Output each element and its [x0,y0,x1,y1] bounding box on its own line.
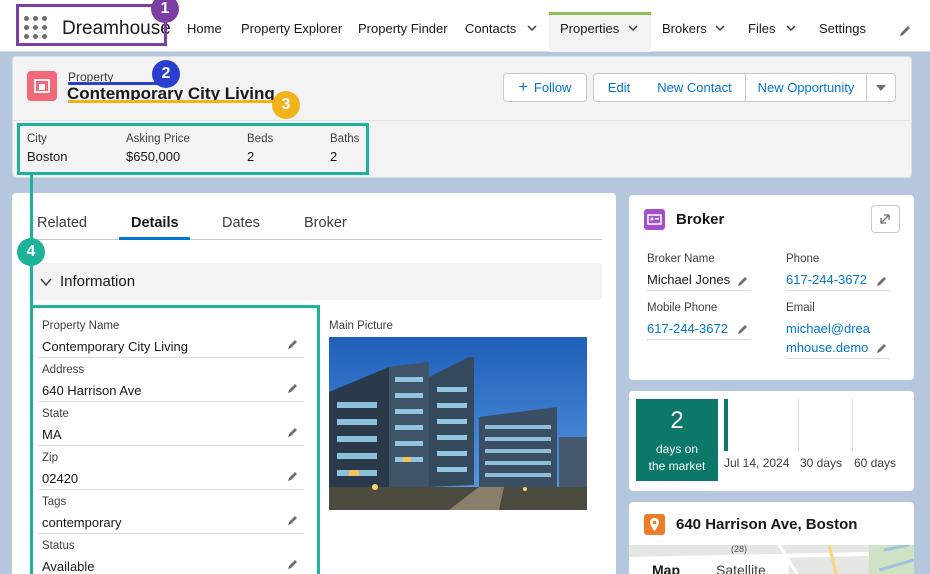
nav-item-home[interactable]: Home [187,21,222,36]
broker-contact-card-icon [644,209,665,230]
days-count: 2 [670,407,684,434]
broker-mobile-link[interactable]: 617-244-3672 [647,321,728,336]
properties-chevron-down-icon[interactable] [627,22,639,34]
annotation-underline-object-type [68,82,168,85]
broker-email-link-line2[interactable]: mhouse.demo [786,340,868,355]
days-on-market-tile: 2 days on the market [636,399,718,481]
main-picture-label: Main Picture [329,320,393,332]
nav-item-property-finder[interactable]: Property Finder [358,21,448,36]
edit-button[interactable]: Edit [593,73,645,102]
edit-pencil-icon[interactable] [876,275,888,287]
section-chevron-down-icon[interactable] [40,277,52,287]
broker-email-label: Email [786,302,815,314]
edit-nav-pencil-icon[interactable] [898,24,912,38]
map-pin-icon [644,514,665,535]
section-title: Information [60,273,136,290]
field-divider [647,339,751,340]
map-tab-map[interactable]: Map [652,562,680,574]
broker-email-link-line1[interactable]: michael@drea [786,321,870,336]
follow-label: Follow [533,80,572,95]
broker-phone-link[interactable]: 617-244-3672 [786,272,867,287]
days-label-line1: days on [655,442,699,456]
timeline-progress-bar [724,399,728,451]
files-chevron-down-icon[interactable] [785,22,797,34]
new-opportunity-button[interactable]: New Opportunity [745,73,867,102]
field-divider [786,358,890,359]
timeline-label-30: 30 days [800,456,843,470]
annotation-box-highlights [17,123,369,175]
map-road-label: (28) [731,545,748,554]
broker-card-title: Broker [676,211,725,228]
edit-pencil-icon[interactable] [737,275,749,287]
annotation-badge-4: 4 [17,238,45,266]
expand-icon [880,214,890,224]
field-divider [647,290,751,291]
tab-related[interactable]: Related [37,215,87,231]
edit-pencil-icon[interactable] [876,342,888,354]
nav-item-properties[interactable]: Properties [560,21,619,36]
timeline-gridline [798,399,799,451]
map-card-title: 640 Harrison Ave, Boston [676,516,858,533]
brokers-chevron-down-icon[interactable] [714,22,726,34]
more-actions-button[interactable] [866,73,896,102]
edit-pencil-icon[interactable] [737,323,749,335]
nav-item-property-explorer[interactable]: Property Explorer [241,21,342,36]
timeline-gridline [852,399,853,451]
main-picture [329,337,587,510]
header-divider [12,120,912,121]
field-divider [786,290,890,291]
map-tab-satellite[interactable]: Satellite [716,562,766,574]
days-label-line2: the market [648,459,706,473]
broker-name-value: Michael Jones [647,272,731,287]
nav-item-contacts[interactable]: Contacts [465,21,516,36]
nav-item-files[interactable]: Files [748,21,775,36]
annotation-box-app-name [16,4,167,46]
tab-broker[interactable]: Broker [304,215,347,231]
annotation-box-fields [30,305,320,574]
timeline-label-60: 60 days [854,456,897,470]
nav-item-brokers[interactable]: Brokers [662,21,707,36]
property-icon [27,71,57,101]
plus-icon: + [518,79,528,96]
annotation-underline-record-title [68,100,286,103]
tab-details[interactable]: Details [131,215,179,231]
tabs-divider [28,239,602,240]
nav-item-settings[interactable]: Settings [819,21,866,36]
broker-name-label: Broker Name [647,253,715,265]
broker-phone-label: Phone [786,253,820,265]
broker-mobile-label: Mobile Phone [647,302,718,314]
active-tab-indicator [119,237,190,240]
contacts-chevron-down-icon[interactable] [526,22,538,34]
annotation-badge-3: 3 [272,91,300,119]
chevron-down-icon [876,85,886,91]
expand-button[interactable] [871,205,900,233]
tab-dates[interactable]: Dates [222,215,260,231]
follow-button[interactable]: + Follow [503,73,587,102]
new-contact-button[interactable]: New Contact [644,73,746,102]
annotation-badge-2: 2 [152,60,180,88]
timeline-label-start: Jul 14, 2024 [724,456,790,470]
